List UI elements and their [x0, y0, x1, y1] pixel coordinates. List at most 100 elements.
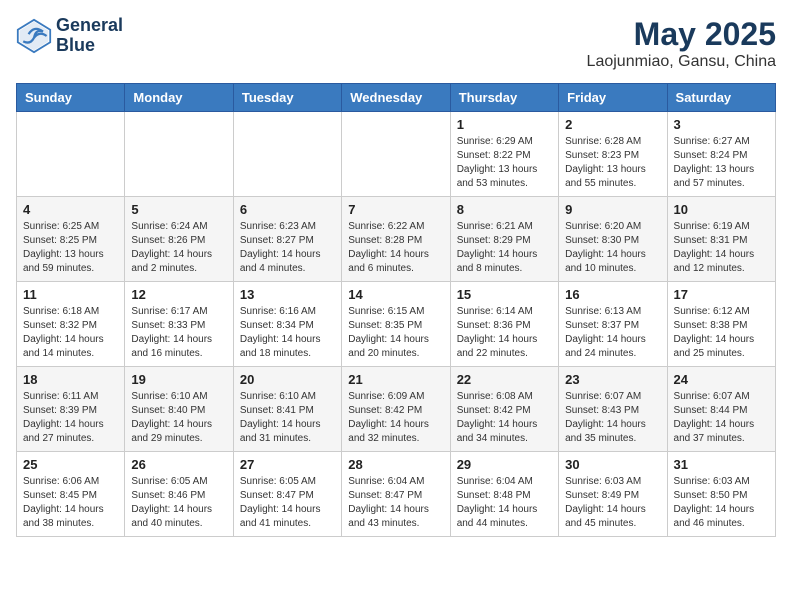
day-info: Sunrise: 6:09 AMSunset: 8:42 PMDaylight:…: [348, 390, 443, 446]
day-header-saturday: Saturday: [667, 84, 775, 112]
calendar-cell: 27 Sunrise: 6:05 AMSunset: 8:47 PMDayligh…: [233, 452, 341, 537]
calendar-cell: 15 Sunrise: 6:14 AMSunset: 8:36 PMDayligh…: [450, 282, 558, 367]
day-number: 2: [565, 117, 660, 132]
day-header-tuesday: Tuesday: [233, 84, 341, 112]
day-number: 3: [674, 117, 769, 132]
day-number: 28: [348, 457, 443, 472]
calendar-cell: 23 Sunrise: 6:07 AMSunset: 8:43 PMDayligh…: [559, 367, 667, 452]
day-info: Sunrise: 6:07 AMSunset: 8:44 PMDaylight:…: [674, 390, 769, 446]
calendar-cell: 20 Sunrise: 6:10 AMSunset: 8:41 PMDayligh…: [233, 367, 341, 452]
calendar-cell: 3 Sunrise: 6:27 AMSunset: 8:24 PMDaylight…: [667, 112, 775, 197]
day-info: Sunrise: 6:28 AMSunset: 8:23 PMDaylight:…: [565, 135, 660, 191]
day-number: 22: [457, 372, 552, 387]
day-info: Sunrise: 6:19 AMSunset: 8:31 PMDaylight:…: [674, 220, 769, 276]
day-header-friday: Friday: [559, 84, 667, 112]
day-number: 14: [348, 287, 443, 302]
day-number: 8: [457, 202, 552, 217]
day-number: 11: [23, 287, 118, 302]
day-info: Sunrise: 6:24 AMSunset: 8:26 PMDaylight:…: [131, 220, 226, 276]
calendar-cell: 1 Sunrise: 6:29 AMSunset: 8:22 PMDaylight…: [450, 112, 558, 197]
calendar-cell: [233, 112, 341, 197]
day-info: Sunrise: 6:05 AMSunset: 8:46 PMDaylight:…: [131, 475, 226, 531]
day-info: Sunrise: 6:04 AMSunset: 8:47 PMDaylight:…: [348, 475, 443, 531]
day-info: Sunrise: 6:08 AMSunset: 8:42 PMDaylight:…: [457, 390, 552, 446]
day-info: Sunrise: 6:03 AMSunset: 8:49 PMDaylight:…: [565, 475, 660, 531]
calendar-subtitle: Laojunmiao, Gansu, China: [587, 53, 776, 71]
day-number: 10: [674, 202, 769, 217]
day-info: Sunrise: 6:25 AMSunset: 8:25 PMDaylight:…: [23, 220, 118, 276]
day-info: Sunrise: 6:12 AMSunset: 8:38 PMDaylight:…: [674, 305, 769, 361]
calendar-cell: 14 Sunrise: 6:15 AMSunset: 8:35 PMDayligh…: [342, 282, 450, 367]
day-number: 23: [565, 372, 660, 387]
calendar-cell: 18 Sunrise: 6:11 AMSunset: 8:39 PMDayligh…: [17, 367, 125, 452]
calendar-cell: 16 Sunrise: 6:13 AMSunset: 8:37 PMDayligh…: [559, 282, 667, 367]
day-number: 20: [240, 372, 335, 387]
day-info: Sunrise: 6:29 AMSunset: 8:22 PMDaylight:…: [457, 135, 552, 191]
day-info: Sunrise: 6:23 AMSunset: 8:27 PMDaylight:…: [240, 220, 335, 276]
day-number: 27: [240, 457, 335, 472]
day-info: Sunrise: 6:10 AMSunset: 8:40 PMDaylight:…: [131, 390, 226, 446]
calendar-cell: 21 Sunrise: 6:09 AMSunset: 8:42 PMDayligh…: [342, 367, 450, 452]
calendar-cell: 28 Sunrise: 6:04 AMSunset: 8:47 PMDayligh…: [342, 452, 450, 537]
day-info: Sunrise: 6:10 AMSunset: 8:41 PMDaylight:…: [240, 390, 335, 446]
day-header-sunday: Sunday: [17, 84, 125, 112]
calendar-cell: 31Sunrise: 6:03 AMSunset: 8:50 PMDayligh…: [667, 452, 775, 537]
calendar-title: May 2025: [587, 16, 776, 53]
day-info: Sunrise: 6:07 AMSunset: 8:43 PMDaylight:…: [565, 390, 660, 446]
calendar-week-0: 1 Sunrise: 6:29 AMSunset: 8:22 PMDaylight…: [17, 112, 776, 197]
day-number: 15: [457, 287, 552, 302]
calendar-week-3: 18 Sunrise: 6:11 AMSunset: 8:39 PMDayligh…: [17, 367, 776, 452]
day-info: Sunrise: 6:20 AMSunset: 8:30 PMDaylight:…: [565, 220, 660, 276]
day-number: 24: [674, 372, 769, 387]
day-number: 5: [131, 202, 226, 217]
day-number: 25: [23, 457, 118, 472]
calendar-cell: 10 Sunrise: 6:19 AMSunset: 8:31 PMDayligh…: [667, 197, 775, 282]
day-info: Sunrise: 6:13 AMSunset: 8:37 PMDaylight:…: [565, 305, 660, 361]
calendar-cell: 4 Sunrise: 6:25 AMSunset: 8:25 PMDaylight…: [17, 197, 125, 282]
calendar-cell: [17, 112, 125, 197]
calendar-header-row: SundayMondayTuesdayWednesdayThursdayFrid…: [17, 84, 776, 112]
day-number: 13: [240, 287, 335, 302]
calendar-cell: 25 Sunrise: 6:06 AMSunset: 8:45 PMDayligh…: [17, 452, 125, 537]
day-number: 4: [23, 202, 118, 217]
day-number: 17: [674, 287, 769, 302]
calendar-cell: 29Sunrise: 6:04 AMSunset: 8:48 PMDayligh…: [450, 452, 558, 537]
logo-icon: [16, 18, 52, 54]
day-header-wednesday: Wednesday: [342, 84, 450, 112]
day-info: Sunrise: 6:21 AMSunset: 8:29 PMDaylight:…: [457, 220, 552, 276]
day-number: 18: [23, 372, 118, 387]
day-number: 16: [565, 287, 660, 302]
day-number: 7: [348, 202, 443, 217]
day-info: Sunrise: 6:27 AMSunset: 8:24 PMDaylight:…: [674, 135, 769, 191]
calendar-cell: 24 Sunrise: 6:07 AMSunset: 8:44 PMDayligh…: [667, 367, 775, 452]
day-info: Sunrise: 6:11 AMSunset: 8:39 PMDaylight:…: [23, 390, 118, 446]
day-info: Sunrise: 6:05 AMSunset: 8:47 PMDaylight:…: [240, 475, 335, 531]
day-info: Sunrise: 6:17 AMSunset: 8:33 PMDaylight:…: [131, 305, 226, 361]
day-number: 21: [348, 372, 443, 387]
day-info: Sunrise: 6:14 AMSunset: 8:36 PMDaylight:…: [457, 305, 552, 361]
calendar-week-4: 25 Sunrise: 6:06 AMSunset: 8:45 PMDayligh…: [17, 452, 776, 537]
day-header-thursday: Thursday: [450, 84, 558, 112]
title-block: May 2025 Laojunmiao, Gansu, China: [587, 16, 776, 71]
day-number: 30: [565, 457, 660, 472]
calendar-week-2: 11 Sunrise: 6:18 AMSunset: 8:32 PMDayligh…: [17, 282, 776, 367]
calendar-week-1: 4 Sunrise: 6:25 AMSunset: 8:25 PMDaylight…: [17, 197, 776, 282]
page-header: General Blue May 2025 Laojunmiao, Gansu,…: [16, 16, 776, 71]
calendar-cell: 11 Sunrise: 6:18 AMSunset: 8:32 PMDayligh…: [17, 282, 125, 367]
calendar-cell: 7Sunrise: 6:22 AMSunset: 8:28 PMDaylight…: [342, 197, 450, 282]
calendar-cell: 13Sunrise: 6:16 AMSunset: 8:34 PMDayligh…: [233, 282, 341, 367]
calendar-cell: [125, 112, 233, 197]
calendar-cell: 8 Sunrise: 6:21 AMSunset: 8:29 PMDaylight…: [450, 197, 558, 282]
calendar-table: SundayMondayTuesdayWednesdayThursdayFrid…: [16, 83, 776, 537]
day-info: Sunrise: 6:06 AMSunset: 8:45 PMDaylight:…: [23, 475, 118, 531]
day-number: 1: [457, 117, 552, 132]
calendar-cell: 17 Sunrise: 6:12 AMSunset: 8:38 PMDayligh…: [667, 282, 775, 367]
calendar-cell: 30 Sunrise: 6:03 AMSunset: 8:49 PMDayligh…: [559, 452, 667, 537]
day-info: Sunrise: 6:18 AMSunset: 8:32 PMDaylight:…: [23, 305, 118, 361]
logo-text: General Blue: [56, 16, 123, 56]
day-number: 26: [131, 457, 226, 472]
calendar-cell: 9 Sunrise: 6:20 AMSunset: 8:30 PMDaylight…: [559, 197, 667, 282]
day-info: Sunrise: 6:15 AMSunset: 8:35 PMDaylight:…: [348, 305, 443, 361]
day-number: 9: [565, 202, 660, 217]
calendar-cell: 2 Sunrise: 6:28 AMSunset: 8:23 PMDaylight…: [559, 112, 667, 197]
